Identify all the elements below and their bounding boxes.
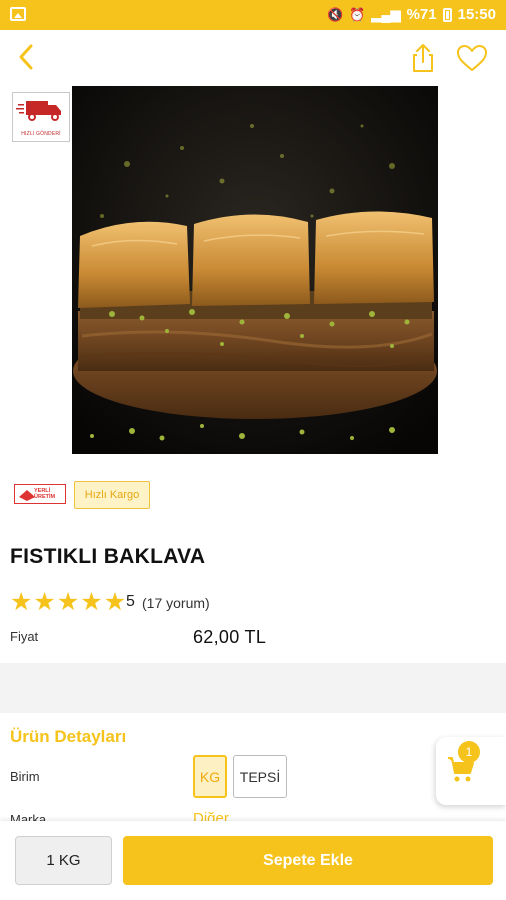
star-icon: ★ xyxy=(33,588,56,616)
star-icon: ★ xyxy=(80,588,103,616)
rating-stars: ★ ★ ★ ★ ★ xyxy=(10,588,127,616)
star-icon: ★ xyxy=(10,588,33,616)
price-label: Fiyat xyxy=(10,629,39,644)
fast-shipping-badge: HIZLI GÖNDERİ xyxy=(12,92,70,142)
status-icons: 🔇 ⏰ ▂▄▆ %71 15:50 xyxy=(327,6,496,23)
rating-value: 5 xyxy=(126,593,135,610)
domestic-tag-text: YERLİ ÜRETİM xyxy=(34,488,56,500)
cart-count-badge: 1 xyxy=(458,741,480,763)
product-details-title: Ürün Detayları xyxy=(10,727,127,746)
add-to-cart-button[interactable]: Sepete Ekle xyxy=(123,836,493,885)
domestic-production-tag: YERLİ ÜRETİM xyxy=(14,484,66,504)
section-divider xyxy=(0,663,506,713)
floating-cart-button[interactable]: 1 xyxy=(436,737,506,805)
battery-icon xyxy=(442,7,452,22)
badge-label: HIZLI GÖNDERİ xyxy=(21,131,61,137)
fast-cargo-tag: Hızlı Kargo xyxy=(74,481,150,509)
clock: 15:50 xyxy=(457,6,496,23)
gallery-icon xyxy=(10,7,26,21)
review-count[interactable]: (17 yorum) xyxy=(142,595,210,611)
top-bar xyxy=(0,30,506,86)
product-title: FISTIKLI BAKLAVA xyxy=(10,545,206,568)
bottom-action-bar: 1 KG Sepete Ekle xyxy=(0,821,506,900)
star-icon: ★ xyxy=(103,588,127,616)
unit-option-tepsi[interactable]: TEPSİ xyxy=(233,755,287,798)
star-icon: ★ xyxy=(56,588,80,616)
baklava-photo xyxy=(72,86,438,454)
mute-icon: 🔇 xyxy=(327,6,344,22)
quantity-selector[interactable]: 1 KG xyxy=(15,836,112,885)
product-image[interactable] xyxy=(72,86,438,454)
unit-label: Birim xyxy=(10,769,40,784)
price-value: 62,00 TL xyxy=(193,627,267,647)
unit-option-kg[interactable]: KG xyxy=(193,755,227,798)
delivery-truck-icon xyxy=(16,101,61,121)
heart-icon[interactable] xyxy=(456,44,488,72)
share-icon[interactable] xyxy=(408,42,438,74)
signal-icon: ▂▄▆ xyxy=(371,6,401,22)
battery-percent: %71 xyxy=(406,6,437,23)
status-bar: 🔇 ⏰ ▂▄▆ %71 15:50 xyxy=(0,0,506,30)
alarm-icon: ⏰ xyxy=(349,6,366,22)
back-arrow-icon[interactable] xyxy=(12,42,42,72)
